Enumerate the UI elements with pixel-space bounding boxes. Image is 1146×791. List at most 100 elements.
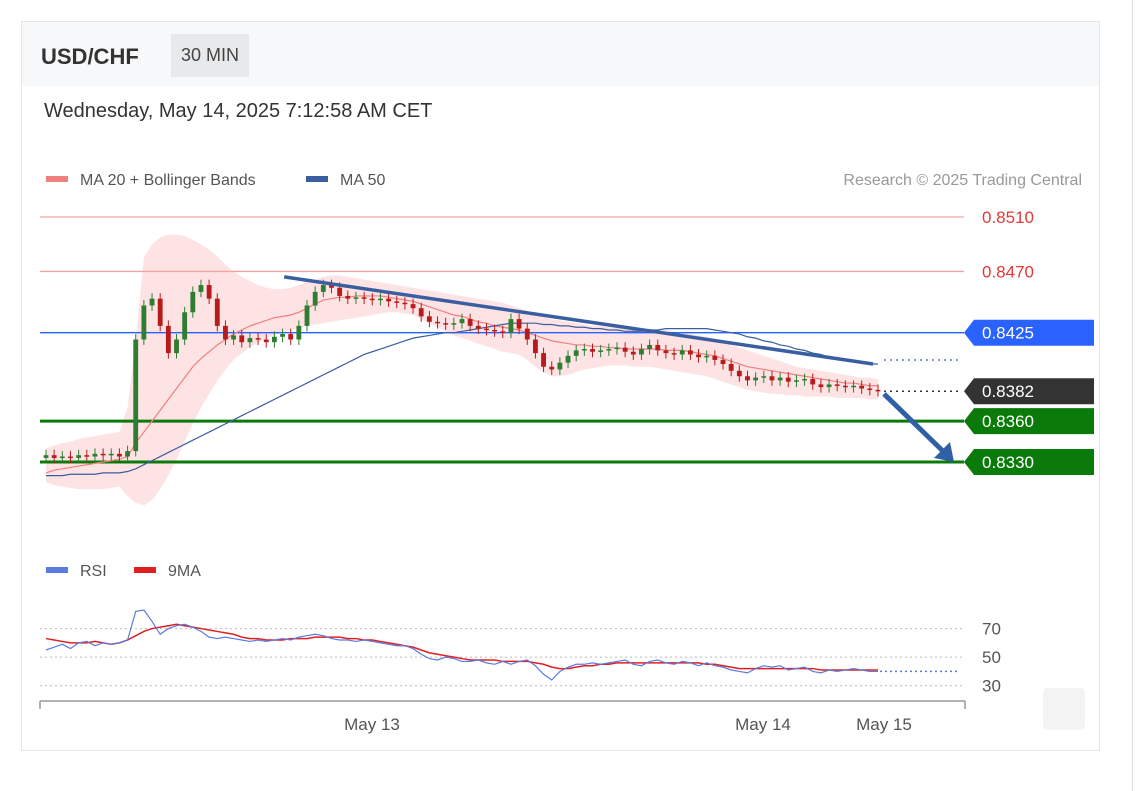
candle-body [500, 331, 506, 333]
support-2-label: 0.8330 [982, 453, 1034, 472]
candle-body [557, 362, 563, 370]
support-1-label: 0.8360 [982, 412, 1034, 431]
candle-body [51, 455, 57, 458]
resistance-2-label: 0.8510 [982, 208, 1034, 227]
candle-body [206, 285, 212, 299]
price-chart: MA 20 + Bollinger Bands MA 50 Research ©… [39, 172, 1094, 734]
candle-body [590, 349, 595, 352]
candle-body [92, 453, 98, 457]
x-tick-label: May 14 [735, 715, 791, 734]
candle-body [581, 349, 587, 351]
candle-body [802, 378, 808, 381]
candle-body [687, 350, 693, 355]
candle-body [133, 339, 139, 452]
candle-body [320, 285, 326, 292]
candle-body [712, 355, 718, 360]
candle-body [361, 297, 367, 299]
candle-body [165, 325, 171, 354]
rsi-level-30-label: 30 [982, 677, 1001, 696]
candle-body [851, 385, 856, 388]
candle-body [149, 298, 155, 306]
candle-body [435, 321, 440, 324]
ma20-legend-label: MA 20 + Bollinger Bands [80, 172, 256, 189]
candle-body [794, 380, 799, 382]
rsi-legend-label: RSI [80, 563, 107, 580]
candle-body [451, 323, 457, 325]
candle-body [255, 338, 261, 340]
candle-body [125, 451, 130, 457]
candle-body [247, 338, 253, 343]
level-labels: 0.8510 0.8470 0.8425 0.8382 0.8360 0.8330 [964, 208, 1094, 475]
candle-body [386, 298, 392, 302]
rsi-level-50-label: 50 [982, 648, 1001, 667]
candle-body [867, 388, 873, 390]
candle-body [369, 298, 375, 301]
candle-body [671, 353, 677, 355]
candle-body [76, 455, 82, 458]
candle-body [704, 355, 710, 358]
bollinger-band [46, 234, 878, 506]
candle-body [68, 456, 73, 459]
candle-body [647, 344, 653, 350]
candle-body [43, 455, 49, 458]
candle-body [296, 325, 302, 340]
candle-body [663, 350, 669, 354]
candle-body [639, 349, 644, 355]
candle-body [141, 305, 147, 340]
forecast-arrow-shaft [882, 392, 950, 458]
candle-body [475, 325, 481, 329]
candle-body [565, 355, 571, 363]
candle-body [549, 366, 555, 370]
current-price-label: 0.8382 [982, 382, 1034, 401]
candle-body [777, 377, 783, 381]
candle-body [834, 384, 840, 386]
candle-body [842, 385, 848, 388]
candle-body [198, 285, 204, 292]
candle-body [304, 305, 310, 326]
candle-body [524, 328, 530, 340]
candle-body [785, 377, 791, 382]
rsi-legend: RSI 9MA [46, 563, 201, 580]
candle-body [467, 319, 473, 326]
candle-body [516, 319, 522, 329]
scroll-top-button[interactable] [1043, 688, 1085, 730]
candle-body [394, 301, 400, 303]
scrollbar[interactable] [1132, 0, 1146, 791]
ma20-legend-swatch [46, 176, 68, 182]
candle-body [214, 298, 220, 326]
rsi-ma9-line [45, 623, 878, 671]
candle-body [353, 297, 359, 299]
candle-body [108, 453, 114, 456]
candle-body [190, 291, 196, 313]
candle-body [280, 334, 285, 337]
ma9-legend-label: 9MA [168, 563, 201, 580]
candle-body [84, 455, 90, 457]
x-tick-label: May 13 [344, 715, 400, 734]
candle-body [622, 347, 628, 352]
candle-body [826, 384, 832, 388]
x-tick-label: May 15 [856, 715, 912, 734]
candle-body [696, 354, 701, 358]
candle-body [655, 344, 661, 351]
candle-body [100, 453, 106, 456]
candle-body [426, 316, 432, 322]
ma50-legend-label: MA 50 [340, 172, 385, 189]
candle-body [598, 350, 604, 352]
candle-body [378, 298, 383, 301]
rsi-level-70-label: 70 [982, 620, 1001, 639]
candle-body [541, 353, 546, 367]
candle-body [875, 389, 881, 392]
candle-body [174, 339, 179, 354]
candle-body [402, 302, 408, 305]
candle-body [573, 350, 579, 356]
candle-body [818, 384, 824, 388]
x-axis: May 13 May 14 May 15 [39, 700, 966, 734]
candle-body [157, 298, 163, 326]
candle-body [443, 323, 449, 325]
ma50-legend-swatch [306, 176, 328, 182]
candle-body [630, 351, 636, 355]
candle-body [728, 364, 734, 371]
candle-body [720, 359, 726, 364]
candle-body [337, 287, 343, 296]
candle-body [116, 453, 122, 457]
